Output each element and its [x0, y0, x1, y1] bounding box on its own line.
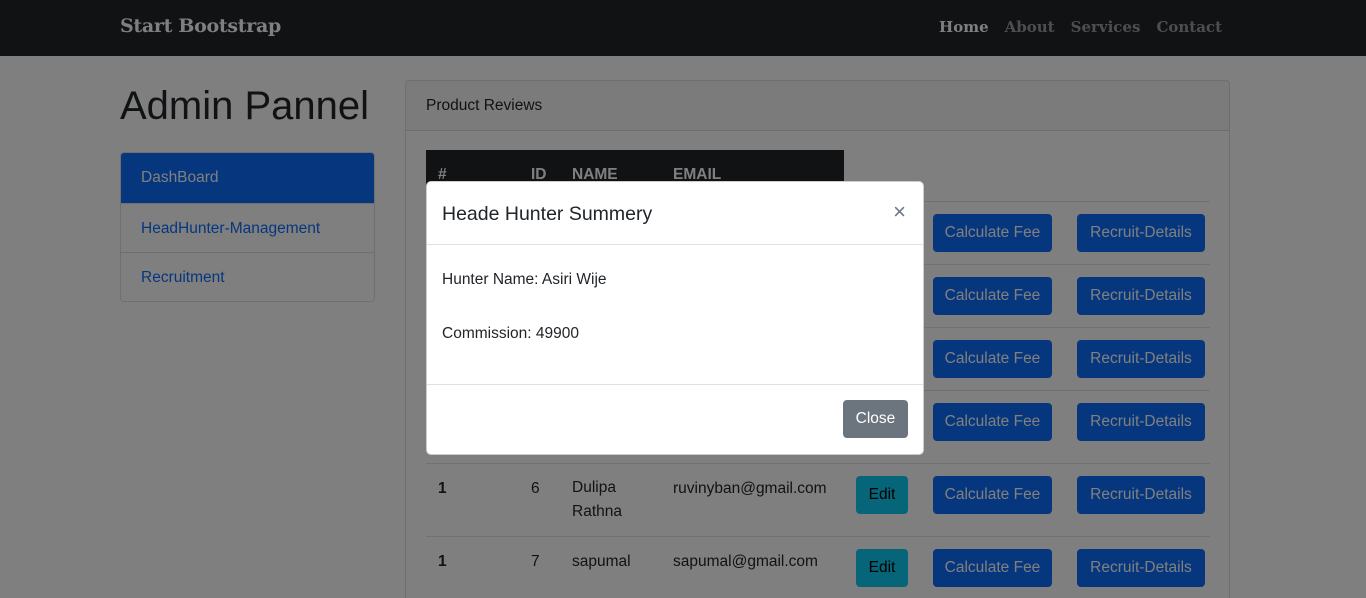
- hunter-name-text: Hunter Name: Asiri Wije: [442, 271, 607, 288]
- close-button[interactable]: Close: [843, 400, 908, 438]
- commission-text: Commission: 49900: [442, 325, 579, 342]
- head-hunter-summary-modal: Heade Hunter Summery × Hunter Name: Asir…: [426, 181, 924, 455]
- modal-title: Heade Hunter Summery: [442, 203, 653, 225]
- modal-body: Hunter Name: Asiri Wije Commission: 4990…: [427, 245, 923, 385]
- modal-header: Heade Hunter Summery ×: [427, 182, 923, 245]
- close-icon[interactable]: ×: [893, 201, 906, 223]
